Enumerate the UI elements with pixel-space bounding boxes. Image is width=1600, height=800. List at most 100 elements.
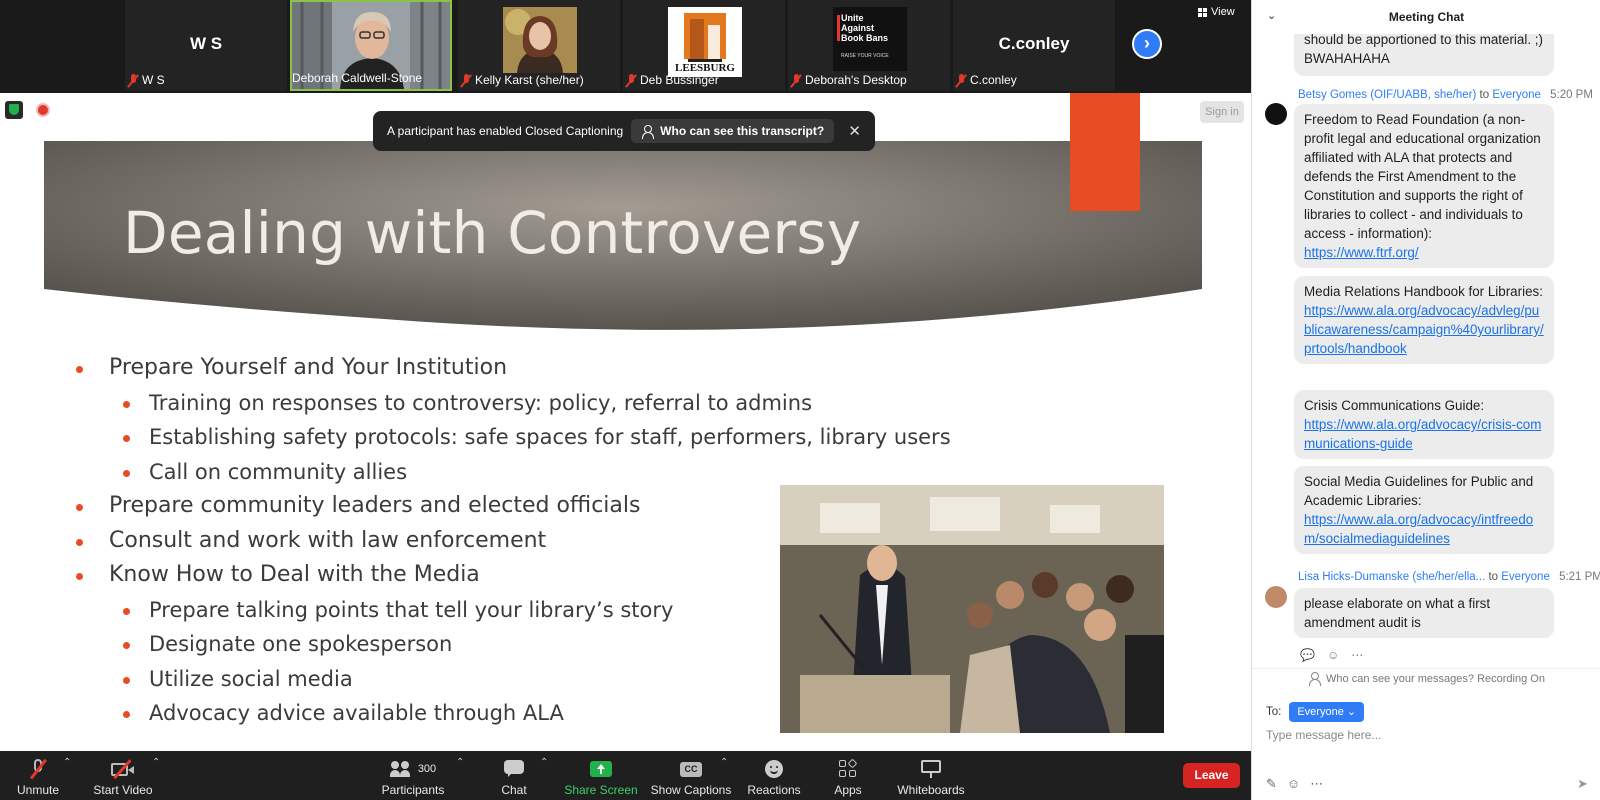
more-options-icon[interactable]: ⋯: [1351, 648, 1363, 662]
chat-timestamp: 5:21 PM: [1559, 571, 1600, 583]
apps-button[interactable]: Apps: [830, 755, 866, 797]
more-options-icon[interactable]: ⋯: [1310, 776, 1323, 792]
reactions-icon: [765, 760, 783, 778]
recipient-row: To: Everyone ⌄: [1266, 702, 1365, 722]
participants-icon: [389, 761, 412, 777]
chat-message-text: should be apportioned to this material. …: [1304, 32, 1543, 66]
share-screen-label: Share Screen: [564, 783, 638, 797]
slide-bullet-text: Prepare Yourself and Your Institution: [109, 355, 508, 380]
chat-link-crisis-guide[interactable]: https://www.ala.org/advocacy/crisis-comm…: [1304, 417, 1541, 451]
grid-view-icon: [1198, 7, 1207, 17]
zoom-meeting-window: W S W S Deborah Caldwell-Stone Kelly Kar…: [0, 0, 1600, 800]
chat-message[interactable]: Media Relations Handbook for Libraries: …: [1294, 276, 1554, 364]
chat-title: Meeting Chat: [1388, 10, 1465, 24]
recipient-select[interactable]: Everyone ⌄: [1289, 702, 1365, 722]
leave-button[interactable]: Leave: [1183, 763, 1240, 788]
participant-name: Deb Bussinger: [640, 73, 719, 87]
closed-captions-icon: CC: [680, 761, 702, 777]
chat-message[interactable]: please elaborate on what a first amendme…: [1294, 588, 1554, 638]
unite-against-book-bans-logo: Unite Against Book Bans RAISE YOUR VOICE: [833, 7, 907, 71]
share-screen-icon: [590, 761, 612, 777]
participant-name: C.conley: [970, 73, 1017, 87]
chat-button[interactable]: Chat: [496, 755, 532, 797]
chat-recipient[interactable]: Everyone: [1492, 89, 1541, 101]
bullet-dot-icon: [123, 469, 130, 477]
slide-bullet-text: Call on community allies: [149, 459, 408, 484]
add-reaction-icon[interactable]: ☺: [1327, 648, 1339, 662]
emoji-icon[interactable]: ☺: [1287, 776, 1300, 792]
unmute-label: Unmute: [16, 783, 60, 797]
captions-chevron-up-icon[interactable]: ⌃: [720, 757, 728, 768]
slide-bullet-text: Designate one spokesperson: [149, 632, 453, 656]
start-video-button[interactable]: Start Video: [90, 755, 156, 797]
participant-tile[interactable]: W S W S: [125, 0, 287, 91]
whiteboards-label: Whiteboards: [897, 783, 965, 797]
reply-icon[interactable]: 💬: [1300, 648, 1315, 662]
participants-button[interactable]: 300 Participants: [378, 755, 448, 797]
chevron-down-icon[interactable]: ⌄: [1267, 9, 1276, 22]
slide-bullet-text: Utilize social media: [149, 666, 353, 691]
participant-display-name: C.conley: [998, 34, 1070, 53]
chat-sender-line: Lisa Hicks-Dumanske (she/her/ella... to …: [1298, 571, 1600, 583]
mic-muted-icon: [955, 73, 967, 87]
slide-bullet-text: Prepare community leaders and elected of…: [109, 493, 641, 518]
who-can-see-transcript-button[interactable]: Who can see this transcript?: [631, 119, 835, 143]
meeting-chat-panel: should be apportioned to this material. …: [1251, 0, 1600, 800]
chat-sender[interactable]: Betsy Gomes (OIF/UABB, she/her): [1298, 89, 1476, 101]
recording-icon[interactable]: [36, 103, 50, 117]
chat-link-ftrf[interactable]: https://www.ftrf.org/: [1304, 245, 1419, 260]
person-icon: [1308, 672, 1322, 686]
participant-tile[interactable]: Unite Against Book Bans RAISE YOUR VOICE…: [788, 0, 950, 91]
slide-accent-bar: [1070, 93, 1140, 211]
participant-tile[interactable]: LEESBURG Deb Bussinger: [623, 0, 785, 91]
chat-message-text: Social Media Guidelines for Public and A…: [1304, 474, 1534, 508]
share-screen-button[interactable]: Share Screen: [564, 755, 638, 797]
chat-link-social-media[interactable]: https://www.ala.org/advocacy/intfreedom/…: [1304, 512, 1533, 546]
view-label: View: [1211, 6, 1235, 18]
recipient-value: Everyone: [1297, 706, 1344, 718]
participant-tile[interactable]: Kelly Karst (she/her): [458, 0, 620, 91]
chevron-down-icon: ⌄: [1346, 706, 1357, 718]
video-off-icon: [111, 759, 135, 779]
chat-sender[interactable]: Lisa Hicks-Dumanske (she/her/ella...: [1298, 571, 1485, 583]
participant-strip: W S W S Deborah Caldwell-Stone Kelly Kar…: [0, 0, 1251, 93]
slide-bullet-text: Establishing safety protocols: safe spac…: [149, 425, 951, 449]
video-options-chevron-up-icon[interactable]: ⌃: [152, 757, 160, 768]
chat-message[interactable]: Freedom to Read Foundation (a non-profit…: [1294, 104, 1554, 268]
mic-muted-icon: [625, 73, 637, 87]
reactions-button[interactable]: Reactions: [746, 755, 802, 797]
to-label: To:: [1266, 706, 1282, 718]
who-can-see-messages[interactable]: Who can see your messages? Recording On: [1252, 668, 1600, 688]
whiteboard-icon: [921, 760, 941, 778]
sign-in-button[interactable]: Sign in: [1200, 101, 1244, 123]
chat-message-list[interactable]: should be apportioned to this material. …: [1252, 0, 1600, 666]
participant-photo: [503, 7, 577, 73]
participants-label: Participants: [381, 783, 445, 797]
format-text-icon[interactable]: ✎: [1266, 776, 1277, 792]
show-captions-button[interactable]: CC Show Captions: [651, 755, 731, 797]
chat-message-input[interactable]: [1266, 728, 1586, 742]
unmute-button[interactable]: Unmute: [14, 755, 62, 797]
chat-chevron-up-icon[interactable]: ⌃: [540, 757, 548, 768]
chat-message[interactable]: Crisis Communications Guide: https://www…: [1294, 390, 1554, 459]
apps-icon: [839, 758, 858, 778]
view-button[interactable]: View: [1198, 6, 1235, 18]
chat-message-text: Freedom to Read Foundation (a non-profit…: [1304, 112, 1541, 241]
message-actions: 💬 ☺ ⋯: [1300, 648, 1363, 662]
participant-tile[interactable]: C.conley C.conley: [953, 0, 1115, 91]
chat-link-media-handbook[interactable]: https://www.ala.org/advocacy/advleg/publ…: [1304, 303, 1544, 356]
next-page-button[interactable]: ›: [1132, 29, 1162, 59]
security-shield-icon[interactable]: [5, 101, 23, 119]
participant-tile-active-speaker[interactable]: Deborah Caldwell-Stone: [290, 0, 452, 91]
bullet-dot-icon: [123, 607, 130, 615]
chat-to: to: [1488, 571, 1499, 583]
participants-chevron-up-icon[interactable]: ⌃: [456, 757, 464, 768]
reactions-label: Reactions: [747, 783, 801, 797]
chat-recipient[interactable]: Everyone: [1501, 571, 1550, 583]
chat-message[interactable]: Social Media Guidelines for Public and A…: [1294, 466, 1554, 554]
audio-options-chevron-up-icon[interactable]: ⌃: [63, 757, 71, 768]
participant-label: C.conley: [955, 72, 1021, 88]
send-icon[interactable]: ➤: [1577, 776, 1588, 792]
whiteboards-button[interactable]: Whiteboards: [896, 755, 966, 797]
close-icon[interactable]: ✕: [848, 122, 861, 140]
